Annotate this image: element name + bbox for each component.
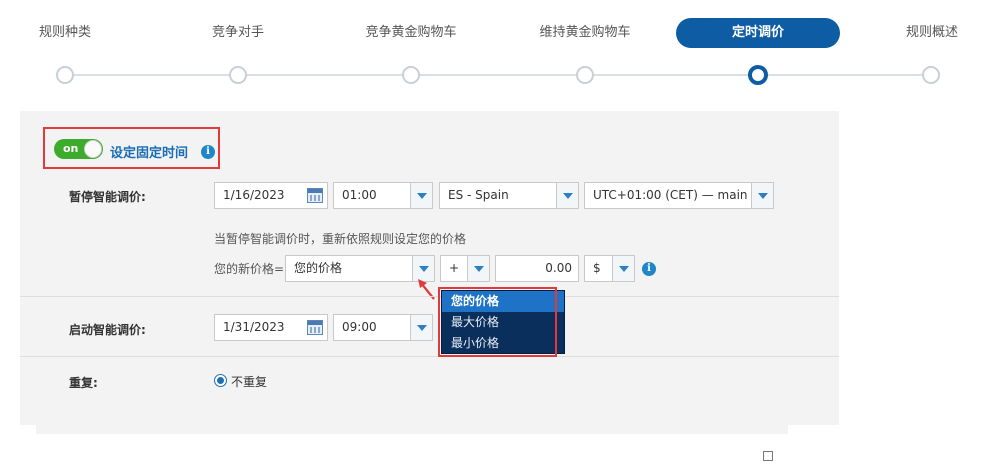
- new-price-label: 您的新价格=: [214, 262, 285, 276]
- country-select[interactable]: ES - Spain: [439, 182, 579, 209]
- amount-value: 0.00: [545, 261, 572, 275]
- chevron-down-icon[interactable]: [410, 183, 432, 208]
- resume-label: 启动智能调价:: [69, 323, 146, 337]
- step-dot-3[interactable]: [402, 66, 420, 84]
- country-value: ES - Spain: [448, 188, 509, 202]
- stepper: 规则种类 竞争对手 竞争黄金购物车 维持黄金购物车 定时调价 规则概述: [0, 0, 988, 100]
- pause-date-input[interactable]: 1/16/2023: [214, 182, 328, 209]
- fixed-time-label: 设定固定时间: [110, 146, 189, 161]
- resume-time-select[interactable]: 09:00: [333, 314, 433, 341]
- toggle-knob: [84, 140, 102, 158]
- price-base-value: 您的价格: [294, 261, 343, 275]
- calendar-icon[interactable]: [307, 188, 323, 203]
- pause-time-value: 01:00: [342, 188, 377, 202]
- repeat-radio[interactable]: [214, 374, 227, 387]
- pause-hint: 当暂停智能调价时，重新依照规则设定您的价格: [214, 232, 467, 246]
- operator-select[interactable]: +: [440, 255, 490, 282]
- step-keep-buybox[interactable]: 维持黄金购物车: [524, 18, 646, 48]
- dropdown-highlight: [438, 287, 557, 357]
- toggle-state-text: on: [63, 142, 79, 155]
- corner-glyph-icon: [763, 451, 773, 461]
- timezone-value: UTC+01:00 (CET) — main ter: [593, 188, 769, 202]
- step-dot-4[interactable]: [576, 66, 594, 84]
- chevron-down-icon[interactable]: [612, 256, 634, 281]
- panel-footer: [36, 425, 788, 434]
- amount-input[interactable]: 0.00: [495, 255, 579, 282]
- divider: [20, 356, 839, 357]
- chevron-down-icon[interactable]: [556, 183, 578, 208]
- chevron-down-icon[interactable]: [410, 315, 432, 340]
- unit-value: $: [593, 261, 601, 275]
- step-dot-6[interactable]: [922, 66, 940, 84]
- divider: [20, 296, 839, 297]
- timezone-select[interactable]: UTC+01:00 (CET) — main ter: [584, 182, 774, 209]
- pause-time-select[interactable]: 01:00: [333, 182, 433, 209]
- operator-value: +: [449, 261, 460, 275]
- step-compete-buybox[interactable]: 竞争黄金购物车: [350, 18, 472, 48]
- step-dot-2[interactable]: [229, 66, 247, 84]
- pause-date-value: 1/16/2023: [223, 188, 285, 202]
- info-icon[interactable]: i: [201, 145, 215, 159]
- stepper-track: [64, 74, 932, 76]
- resume-date-input[interactable]: 1/31/2023: [214, 314, 328, 341]
- chevron-down-icon[interactable]: [467, 256, 489, 281]
- step-rule-summary[interactable]: 规则概述: [884, 18, 980, 48]
- repeat-option-label[interactable]: 不重复: [231, 373, 267, 390]
- pause-label: 暂停智能调价:: [69, 190, 146, 204]
- info-icon[interactable]: i: [642, 262, 656, 276]
- fixed-time-toggle[interactable]: on: [54, 139, 103, 159]
- red-arrow-icon: [418, 279, 435, 300]
- step-competitors[interactable]: 竞争对手: [187, 18, 289, 48]
- repeat-label: 重复:: [69, 376, 98, 390]
- chevron-down-icon[interactable]: [751, 183, 773, 208]
- price-base-select[interactable]: 您的价格: [285, 255, 435, 282]
- step-scheduled-repricing[interactable]: 定时调价: [676, 18, 840, 48]
- calendar-icon[interactable]: [307, 320, 323, 335]
- step-dot-5-active[interactable]: [748, 65, 768, 85]
- resume-date-value: 1/31/2023: [223, 320, 285, 334]
- resume-time-value: 09:00: [342, 320, 377, 334]
- step-dot-1[interactable]: [56, 66, 74, 84]
- step-rule-type[interactable]: 规则种类: [14, 18, 116, 48]
- unit-select[interactable]: $: [584, 255, 635, 282]
